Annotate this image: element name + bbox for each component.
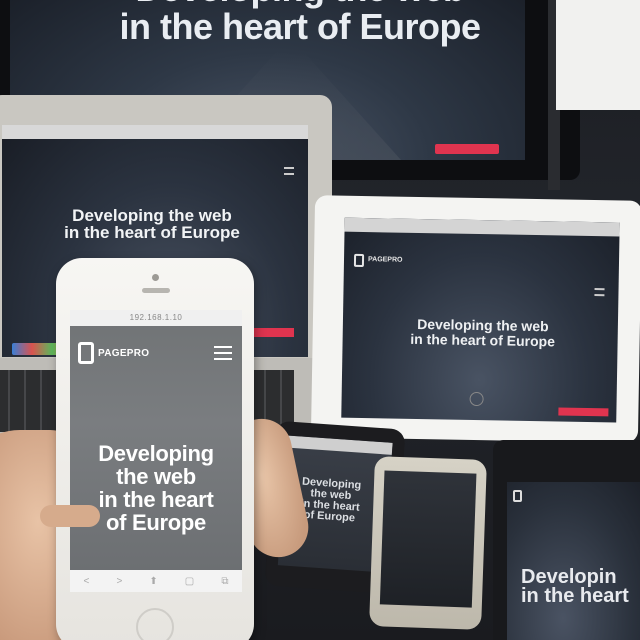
laptop-browser-bar: [2, 125, 308, 139]
ipad-brand: PAGEPRO: [367, 256, 403, 264]
pagepro-logo-icon[interactable]: [78, 342, 94, 364]
browser-toolbar: < > ⬆ ▢ ⧉: [70, 570, 242, 592]
ipad-cta-button[interactable]: [558, 407, 609, 417]
background-white-panel: [556, 0, 640, 110]
dark-tablet: Developin in the heart: [493, 440, 640, 640]
front-camera: [152, 274, 159, 281]
hero-headline: Developing the web in the heart of Europ…: [98, 441, 214, 535]
ipad-browser-bar: [344, 217, 620, 237]
laptop-headline: Developing the web in the heart of Europ…: [64, 206, 240, 242]
ipad-headline: Developing the web in the heart of Europ…: [410, 315, 556, 350]
device-photo-scene: Developing the web in the heart of Europ…: [0, 0, 640, 640]
address-bar[interactable]: 192.168.1.10: [70, 310, 242, 326]
htc-phone: [369, 456, 487, 630]
back-icon[interactable]: <: [84, 576, 90, 587]
pagepro-logo-icon[interactable]: [513, 490, 522, 502]
site-brand: PAGEPRO: [98, 348, 150, 359]
iphone-screen: 192.168.1.10 PAGEPRO Developing the web …: [70, 310, 242, 592]
htc-screen: [379, 470, 477, 608]
hamburger-menu-icon[interactable]: [594, 288, 605, 297]
dark-tablet-screen: Developin in the heart: [507, 482, 640, 640]
pagepro-logo-icon[interactable]: [353, 253, 365, 268]
scroll-down-icon[interactable]: [469, 391, 484, 407]
bookmarks-icon[interactable]: ▢: [185, 576, 194, 587]
earpiece-speaker: [142, 288, 170, 293]
address-url: 192.168.1.10: [129, 313, 183, 322]
hamburger-menu-icon[interactable]: [284, 167, 294, 175]
hamburger-menu-icon[interactable]: [214, 346, 232, 360]
iphone: 192.168.1.10 PAGEPRO Developing the web …: [56, 258, 254, 640]
dark-tablet-headline: Developin in the heart: [521, 566, 629, 607]
monitor-headline: Developing the web in the heart of Europ…: [119, 0, 481, 47]
ipad-screen: PAGEPRO Developing the web in the heart …: [341, 217, 620, 423]
home-button[interactable]: [136, 608, 174, 640]
android-browser-bar: [286, 435, 393, 455]
monitor-cta-button[interactable]: [435, 144, 499, 154]
ipad: PAGEPRO Developing the web in the heart …: [310, 195, 640, 443]
share-icon[interactable]: ⬆: [149, 576, 157, 587]
finger: [40, 505, 100, 527]
forward-icon[interactable]: >: [116, 576, 122, 587]
tabs-icon[interactable]: ⧉: [221, 576, 228, 587]
